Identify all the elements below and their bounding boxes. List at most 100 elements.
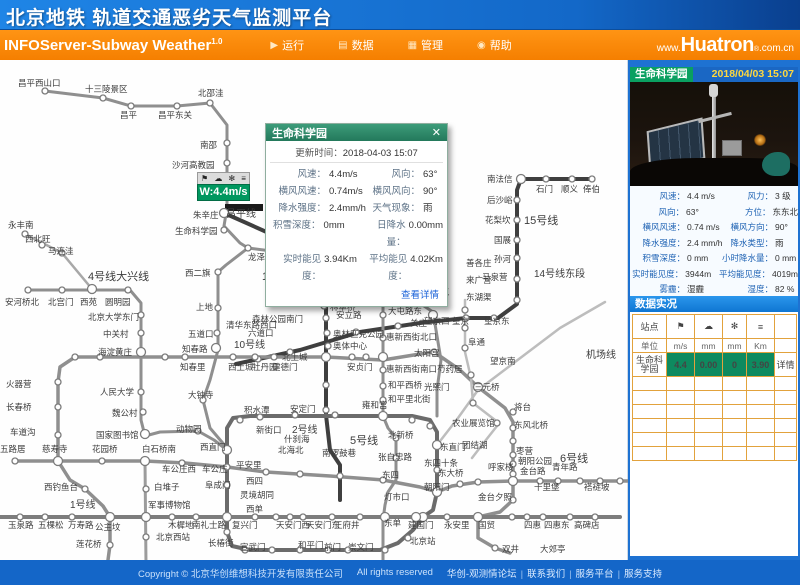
marker-icon-strip: ⚑☁✻≡ — [197, 172, 250, 184]
station-node[interactable] — [514, 276, 520, 282]
station-node[interactable] — [162, 354, 168, 360]
station-node[interactable] — [137, 348, 146, 357]
station-node[interactable] — [323, 407, 329, 413]
station-weather-marker[interactable]: ⚑☁✻≡ W:4.4m/s — [197, 172, 250, 201]
station-node[interactable] — [230, 354, 236, 360]
station-node[interactable] — [323, 315, 329, 321]
station-node[interactable] — [55, 379, 61, 385]
footer-link[interactable]: 联系我们 — [527, 569, 565, 580]
station-node[interactable] — [332, 412, 338, 418]
station-node[interactable] — [174, 103, 180, 109]
station-node[interactable] — [207, 100, 213, 106]
station-node[interactable] — [509, 477, 518, 486]
station-node[interactable] — [468, 372, 474, 378]
station-node[interactable] — [379, 353, 388, 362]
station-node[interactable] — [125, 287, 131, 293]
station-label: 来广营 — [466, 275, 492, 285]
station-node[interactable] — [141, 430, 150, 439]
station-node[interactable] — [212, 344, 221, 353]
station-node[interactable] — [143, 534, 149, 540]
station-node[interactable] — [72, 354, 78, 360]
station-node[interactable] — [224, 160, 230, 166]
station-node[interactable] — [349, 354, 355, 360]
station-node[interactable] — [514, 237, 520, 243]
station-node[interactable] — [42, 88, 48, 94]
station-node[interactable] — [12, 458, 18, 464]
footer-link[interactable]: 华创-观测情论坛 — [447, 569, 517, 580]
station-node[interactable] — [517, 175, 526, 184]
station-node[interactable] — [514, 255, 520, 261]
station-node[interactable] — [82, 486, 88, 492]
station-node[interactable] — [54, 457, 63, 466]
station-node[interactable] — [263, 469, 269, 475]
station-node[interactable] — [457, 481, 463, 487]
station-node[interactable] — [138, 389, 144, 395]
menu-item-data[interactable]: ▤数据 — [338, 37, 373, 53]
station-node[interactable] — [492, 545, 498, 551]
station-node[interactable] — [59, 287, 65, 293]
station-node[interactable] — [182, 354, 188, 360]
station-node[interactable] — [395, 323, 401, 329]
station-node[interactable] — [252, 354, 258, 360]
station-node[interactable] — [224, 140, 230, 146]
station-label: 十里堡 — [534, 482, 560, 492]
station-node[interactable] — [514, 297, 520, 303]
station-node[interactable] — [107, 542, 113, 548]
menu-item-manage[interactable]: ▦管理 — [408, 37, 443, 53]
station-node[interactable] — [297, 471, 303, 477]
station-node[interactable] — [514, 217, 520, 223]
menu-item-help[interactable]: ◉帮助 — [477, 37, 512, 53]
station-node[interactable] — [589, 176, 595, 182]
station-node[interactable] — [143, 486, 149, 492]
station-node[interactable] — [128, 103, 134, 109]
station-node[interactable] — [25, 287, 31, 293]
station-node[interactable] — [141, 457, 150, 466]
station-node[interactable] — [569, 176, 575, 182]
station-node[interactable] — [245, 245, 251, 251]
station-node[interactable] — [221, 227, 227, 233]
station-node[interactable] — [88, 285, 97, 294]
station-node[interactable] — [138, 330, 144, 336]
station-node[interactable] — [462, 307, 468, 313]
station-node[interactable] — [106, 513, 115, 522]
station-node[interactable] — [382, 547, 388, 553]
station-node[interactable] — [55, 404, 61, 410]
station-node[interactable] — [269, 547, 275, 553]
station-node[interactable] — [427, 423, 433, 429]
station-node[interactable] — [55, 432, 61, 438]
footer-link[interactable]: 服务平台 — [576, 569, 614, 580]
station-node[interactable] — [379, 412, 388, 421]
station-node[interactable] — [325, 343, 331, 349]
station-node[interactable] — [494, 420, 500, 426]
station-node[interactable] — [617, 478, 623, 484]
station-node[interactable] — [142, 513, 151, 522]
station-node[interactable] — [215, 305, 221, 311]
close-icon[interactable]: ✕ — [432, 126, 441, 139]
station-node[interactable] — [323, 382, 329, 388]
station-node[interactable] — [100, 95, 106, 101]
station-node[interactable] — [99, 458, 105, 464]
station-node[interactable] — [510, 438, 516, 444]
station-node[interactable] — [543, 176, 549, 182]
menu-item-run[interactable]: ▶运行 — [270, 37, 304, 53]
station-node[interactable] — [409, 417, 415, 423]
station-node[interactable] — [337, 473, 343, 479]
station-node[interactable] — [475, 479, 481, 485]
station-node[interactable] — [140, 409, 146, 415]
station-node[interactable] — [237, 417, 243, 423]
station-node[interactable] — [215, 269, 221, 275]
view-details-link[interactable]: 查看详情 — [266, 285, 447, 306]
station-node[interactable] — [271, 354, 277, 360]
station-node[interactable] — [324, 330, 330, 336]
details-link[interactable]: 详情 — [775, 353, 797, 377]
station-node[interactable] — [470, 400, 476, 406]
station-node[interactable] — [509, 514, 515, 520]
station-node[interactable] — [514, 197, 520, 203]
station-node[interactable] — [322, 353, 331, 362]
station-node[interactable] — [380, 312, 386, 318]
station-node[interactable] — [363, 354, 369, 360]
station-node[interactable] — [380, 383, 386, 389]
footer-link[interactable]: 服务支持 — [624, 569, 662, 580]
station-node[interactable] — [577, 478, 583, 484]
station-node[interactable] — [214, 330, 220, 336]
